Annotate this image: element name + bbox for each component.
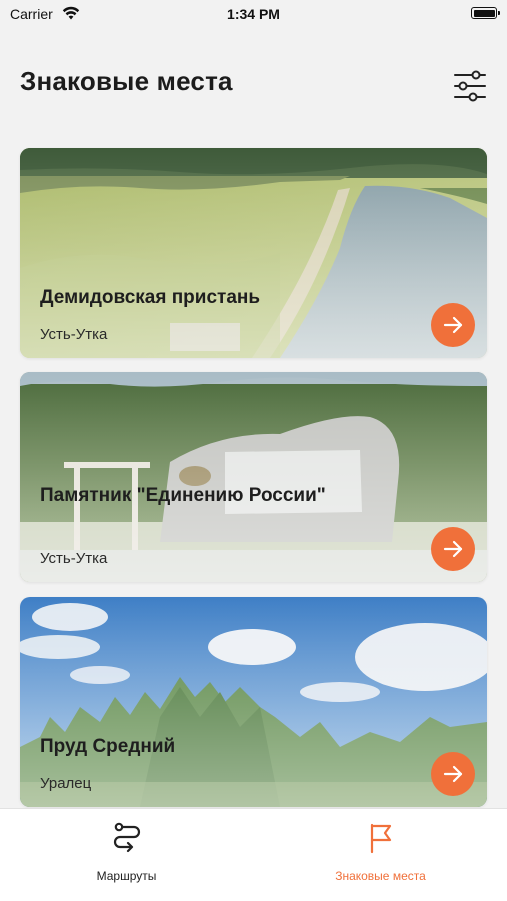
arrow-right-icon <box>443 540 463 558</box>
flag-icon <box>370 823 392 854</box>
open-place-button[interactable] <box>431 527 475 571</box>
place-location: Усть-Утка <box>40 326 108 343</box>
status-bar: Carrier 1:34 PM <box>0 0 507 30</box>
filter-button[interactable] <box>452 68 488 104</box>
place-location: Усть-Утка <box>40 550 108 567</box>
place-card[interactable]: Пруд Средний Уралец <box>20 597 487 807</box>
place-card[interactable]: Памятник "Единению России" Усть-Утка <box>20 372 487 582</box>
place-title: Демидовская пристань <box>40 287 261 308</box>
place-card[interactable]: Демидовская пристань Усть-Утка <box>20 148 487 358</box>
tab-routes[interactable]: Маршруты <box>0 809 253 901</box>
route-icon <box>113 822 141 853</box>
open-place-button[interactable] <box>431 303 475 347</box>
tab-landmarks[interactable]: Знаковые места <box>254 809 507 901</box>
tab-label: Маршруты <box>96 869 157 883</box>
status-time: 1:34 PM <box>227 6 280 22</box>
tab-bar: Маршруты Знаковые места <box>0 808 507 901</box>
tab-label: Знаковые места <box>335 869 426 883</box>
battery-full-icon <box>471 7 500 19</box>
open-place-button[interactable] <box>431 752 475 796</box>
page-title: Знаковые места <box>20 66 233 96</box>
place-location: Уралец <box>40 775 92 792</box>
arrow-right-icon <box>443 316 463 334</box>
sliders-icon <box>454 70 486 102</box>
place-title: Памятник "Единению России" <box>40 485 326 506</box>
place-title: Пруд Средний <box>40 736 176 757</box>
arrow-right-icon <box>443 765 463 783</box>
